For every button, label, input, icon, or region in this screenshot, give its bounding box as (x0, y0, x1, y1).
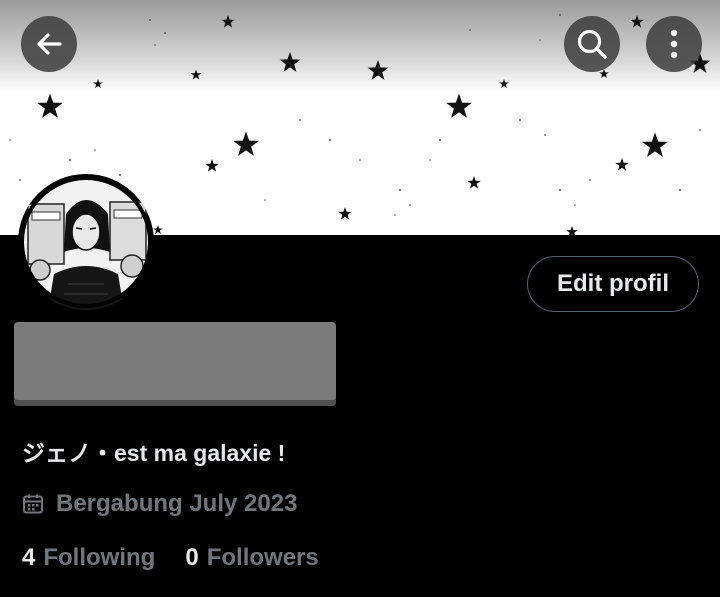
back-button[interactable] (21, 16, 77, 72)
joined-text: Bergabung July 2023 (56, 490, 298, 517)
followers-label: Followers (206, 544, 319, 571)
followers-count: 0 (185, 544, 199, 571)
arrow-left-icon (37, 33, 62, 55)
joined-date: Bergabung July 2023 (22, 490, 297, 518)
following-link[interactable]: 4 Following (22, 544, 155, 572)
following-count: 4 (22, 544, 36, 571)
avatar-image (20, 176, 152, 310)
search-icon (577, 29, 607, 59)
more-vertical-icon (670, 29, 678, 59)
profile-avatar[interactable] (18, 174, 154, 310)
more-button[interactable] (646, 16, 702, 72)
display-name-redacted (14, 322, 336, 406)
search-button[interactable] (564, 16, 620, 72)
follow-stats: 4 Following 0 Followers (22, 544, 319, 572)
profile-bio: ジェノ・est ma galaxie ! (22, 440, 286, 466)
edit-profile-button[interactable]: Edit profil (527, 256, 699, 312)
calendar-icon (22, 493, 44, 515)
following-label: Following (43, 544, 156, 571)
followers-link[interactable]: 0 Followers (185, 544, 318, 572)
